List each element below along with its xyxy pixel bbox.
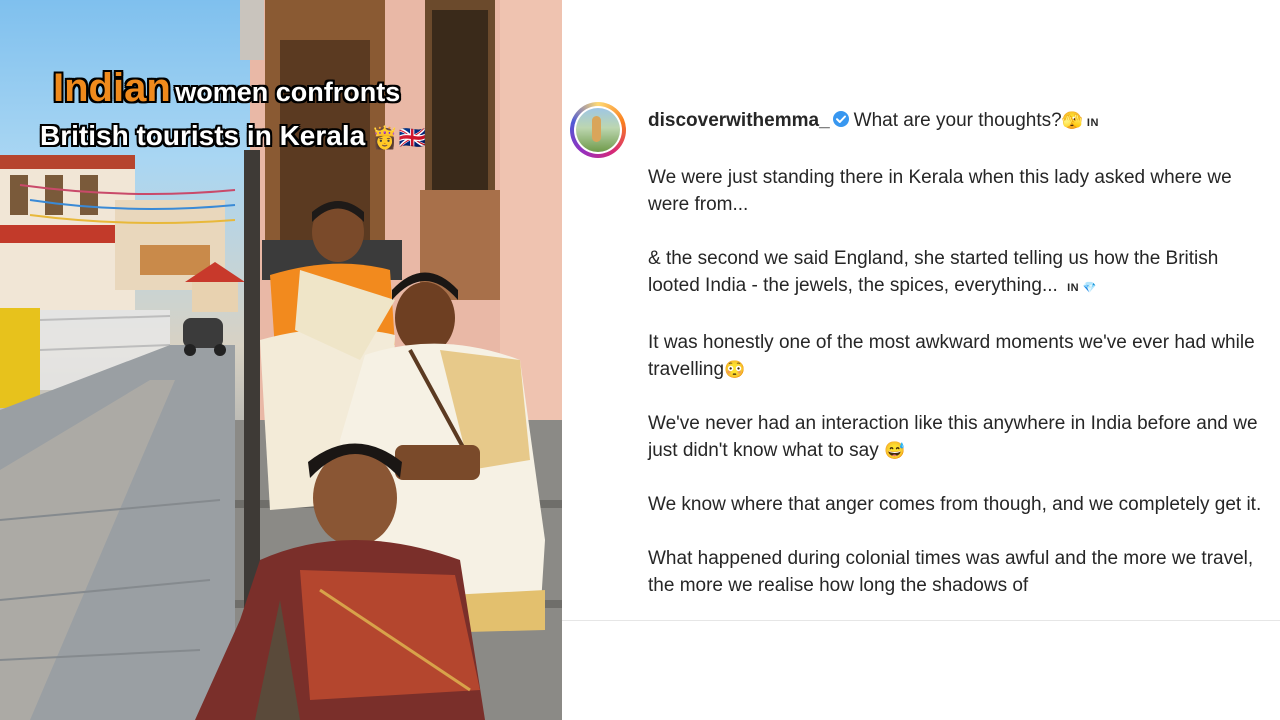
caption-header: discoverwithemma_ What are your thoughts?… [648, 107, 1268, 137]
paragraph-text: What happened during colonial times was … [648, 548, 1254, 596]
paragraph-text: We've never had an interaction like this… [648, 413, 1258, 461]
overlay-highlight-word: Indian [53, 66, 171, 110]
caption-paragraph: We've never had an interaction like this… [648, 410, 1268, 464]
overlay-caption-line-2: British tourists in Kerala 👸🇬🇧 [40, 120, 426, 152]
caption-paragraph: We were just standing there in Kerala wh… [648, 164, 1268, 218]
overlay-caption-line-1: Indian women confronts [53, 66, 400, 111]
username-link[interactable]: discoverwithemma_ [648, 110, 830, 131]
overlay-emojis: 👸🇬🇧 [371, 125, 426, 150]
india-flag-icon: IN [1086, 117, 1099, 129]
avatar-figure [592, 116, 601, 142]
verified-badge-icon [832, 109, 850, 136]
caption-paragraph: What happened during colonial times was … [648, 545, 1268, 599]
paragraph-text: & the second we said England, she starte… [648, 248, 1219, 296]
caption-divider [562, 620, 1280, 621]
caption-text: discoverwithemma_ What are your thoughts?… [648, 107, 1268, 626]
avatar-inner [574, 106, 622, 154]
thinking-emoji: 🫣 [1061, 111, 1083, 130]
overlay-line-2-text: British tourists in Kerala [40, 120, 366, 151]
post-caption-panel: discoverwithemma_ What are your thoughts?… [562, 0, 1280, 720]
flushed-emoji: 😳 [724, 360, 746, 379]
caption-paragraph: & the second we said England, she starte… [648, 245, 1268, 302]
flag-gem-icons: IN 💎 [1067, 282, 1097, 294]
caption-title: What are your thoughts? [853, 110, 1062, 131]
avatar[interactable] [570, 102, 626, 158]
overlay-line-1-text: women confronts [175, 77, 401, 107]
video-thumbnail[interactable]: Indian women confronts British tourists … [0, 0, 562, 720]
paragraph-text: We were just standing there in Kerala wh… [648, 167, 1232, 215]
paragraph-text: We know where that anger comes from thou… [648, 494, 1262, 515]
caption-paragraph: We know where that anger comes from thou… [648, 491, 1268, 518]
sweat-smile-emoji: 😅 [883, 441, 906, 460]
caption-paragraph: It was honestly one of the most awkward … [648, 329, 1268, 383]
